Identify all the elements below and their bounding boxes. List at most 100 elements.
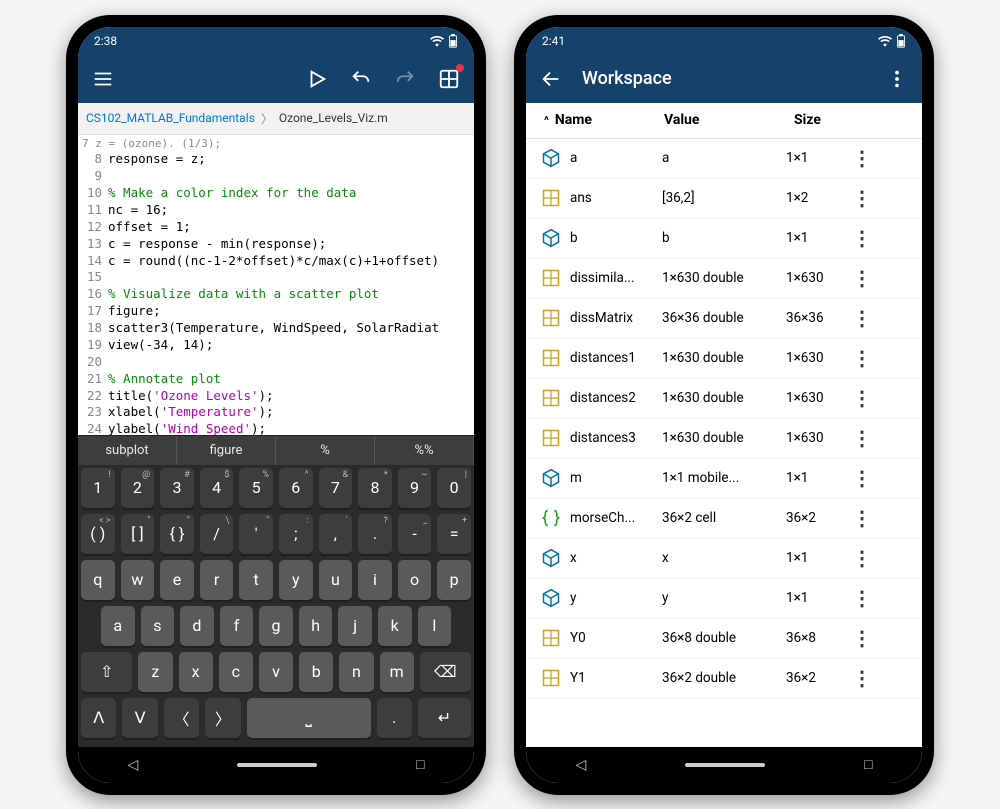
workspace-row[interactable]: morseCh... 36×2 cell 36×2 ⋮ [526, 499, 922, 539]
breadcrumb-folder[interactable]: CS102_MATLAB_Fundamentals [86, 111, 255, 125]
key[interactable]: ;: [279, 514, 313, 554]
key[interactable]: k [378, 606, 412, 646]
undo-icon[interactable] [348, 66, 374, 92]
nav-recent-icon[interactable]: □ [416, 756, 424, 773]
arrow-right-key[interactable]: 〉 [205, 698, 240, 738]
row-more-icon[interactable]: ⋮ [852, 466, 872, 490]
key[interactable]: o [398, 560, 432, 600]
workspace-row[interactable]: x x 1×1 ⋮ [526, 539, 922, 579]
row-more-icon[interactable]: ⋮ [852, 546, 872, 570]
workspace-row[interactable]: ans [36,2] 1×2 ⋮ [526, 179, 922, 219]
key[interactable]: m [380, 652, 414, 692]
workspace-row[interactable]: b b 1×1 ⋮ [526, 219, 922, 259]
arrow-up-key[interactable]: ᐱ [81, 698, 116, 738]
key[interactable]: g [259, 606, 293, 646]
key[interactable]: 9~ [398, 468, 432, 508]
key[interactable]: f [220, 606, 254, 646]
col-value[interactable]: Value [664, 112, 794, 128]
row-more-icon[interactable]: ⋮ [852, 186, 872, 210]
suggestion-item[interactable]: figure [177, 436, 276, 465]
row-more-icon[interactable]: ⋮ [852, 586, 872, 610]
key[interactable]: n [339, 652, 373, 692]
back-icon[interactable] [538, 66, 564, 92]
workspace-row[interactable]: y y 1×1 ⋮ [526, 579, 922, 619]
key[interactable]: '" [239, 514, 273, 554]
key[interactable]: x [179, 652, 213, 692]
key[interactable]: -_ [398, 514, 432, 554]
key[interactable]: a [101, 606, 135, 646]
key[interactable]: y [279, 560, 313, 600]
col-size[interactable]: Size [794, 112, 912, 128]
row-more-icon[interactable]: ⋮ [852, 426, 872, 450]
workspace-row[interactable]: Y1 36×2 double 36×2 ⋮ [526, 659, 922, 699]
key[interactable]: i [358, 560, 392, 600]
key[interactable]: v [259, 652, 293, 692]
breadcrumb-file[interactable]: Ozone_Levels_Viz.m [279, 111, 388, 125]
col-name[interactable]: ^ Name [544, 112, 664, 128]
key[interactable]: { }" [160, 514, 194, 554]
space-key[interactable]: ⎵ [247, 698, 371, 738]
workspace-list[interactable]: a a 1×1 ⋮ ans [36,2] 1×2 ⋮ b b 1×1 ⋮ dis… [526, 139, 922, 747]
row-more-icon[interactable]: ⋮ [852, 306, 872, 330]
workspace-row[interactable]: distances1 1×630 double 1×630 ⋮ [526, 339, 922, 379]
key[interactable]: h [299, 606, 333, 646]
key[interactable]: s [141, 606, 175, 646]
workspace-row[interactable]: distances3 1×630 double 1×630 ⋮ [526, 419, 922, 459]
row-more-icon[interactable]: ⋮ [852, 146, 872, 170]
key[interactable]: c [219, 652, 253, 692]
menu-icon[interactable] [90, 66, 116, 92]
key[interactable]: =+ [437, 514, 471, 554]
row-more-icon[interactable]: ⋮ [852, 226, 872, 250]
row-more-icon[interactable]: ⋮ [852, 346, 872, 370]
key[interactable]: p [437, 560, 471, 600]
key[interactable]: d [180, 606, 214, 646]
panels-icon[interactable] [436, 66, 462, 92]
code-editor[interactable]: 7 z = (ozone). (1/3);8response = z;910% … [78, 135, 474, 435]
suggestion-item[interactable]: subplot [78, 436, 177, 465]
period-key[interactable]: . [377, 698, 412, 738]
key[interactable]: ( )< > [81, 514, 115, 554]
workspace-row[interactable]: a a 1×1 ⋮ [526, 139, 922, 179]
run-icon[interactable] [304, 66, 330, 92]
key[interactable]: l [418, 606, 452, 646]
key[interactable]: 2@ [121, 468, 155, 508]
row-more-icon[interactable]: ⋮ [852, 666, 872, 690]
redo-icon[interactable] [392, 66, 418, 92]
key[interactable]: z [138, 652, 172, 692]
key[interactable]: e [160, 560, 194, 600]
shift-key[interactable]: ⇧ [81, 652, 132, 692]
key[interactable]: q [81, 560, 115, 600]
nav-home-icon[interactable] [685, 763, 765, 767]
key[interactable]: ,` [319, 514, 353, 554]
row-more-icon[interactable]: ⋮ [852, 506, 872, 530]
row-more-icon[interactable]: ⋮ [852, 626, 872, 650]
workspace-row[interactable]: Y0 36×8 double 36×8 ⋮ [526, 619, 922, 659]
key[interactable]: /\ [200, 514, 234, 554]
key[interactable]: 1! [81, 468, 115, 508]
key[interactable]: r [200, 560, 234, 600]
enter-key[interactable]: ↵ [418, 698, 471, 738]
key[interactable]: j [338, 606, 372, 646]
key[interactable]: .? [358, 514, 392, 554]
key[interactable]: 7& [319, 468, 353, 508]
workspace-row[interactable]: distances2 1×630 double 1×630 ⋮ [526, 379, 922, 419]
key[interactable]: 3# [160, 468, 194, 508]
nav-back-icon[interactable]: ◁ [575, 757, 586, 773]
key[interactable]: w [121, 560, 155, 600]
key[interactable]: t [239, 560, 273, 600]
workspace-row[interactable]: m 1×1 mobile... 1×1 ⋮ [526, 459, 922, 499]
row-more-icon[interactable]: ⋮ [852, 386, 872, 410]
key[interactable]: 4$ [200, 468, 234, 508]
backspace-key[interactable]: ⌫ [420, 652, 471, 692]
key[interactable]: 0| [437, 468, 471, 508]
key[interactable]: 8* [358, 468, 392, 508]
key[interactable]: 6^ [279, 468, 313, 508]
arrow-left-key[interactable]: 〈 [164, 698, 199, 738]
arrow-down-key[interactable]: ᐯ [122, 698, 157, 738]
row-more-icon[interactable]: ⋮ [852, 266, 872, 290]
nav-back-icon[interactable]: ◁ [127, 757, 138, 773]
nav-home-icon[interactable] [237, 763, 317, 767]
key[interactable]: u [319, 560, 353, 600]
workspace-row[interactable]: dissimila... 1×630 double 1×630 ⋮ [526, 259, 922, 299]
key[interactable]: b [299, 652, 333, 692]
